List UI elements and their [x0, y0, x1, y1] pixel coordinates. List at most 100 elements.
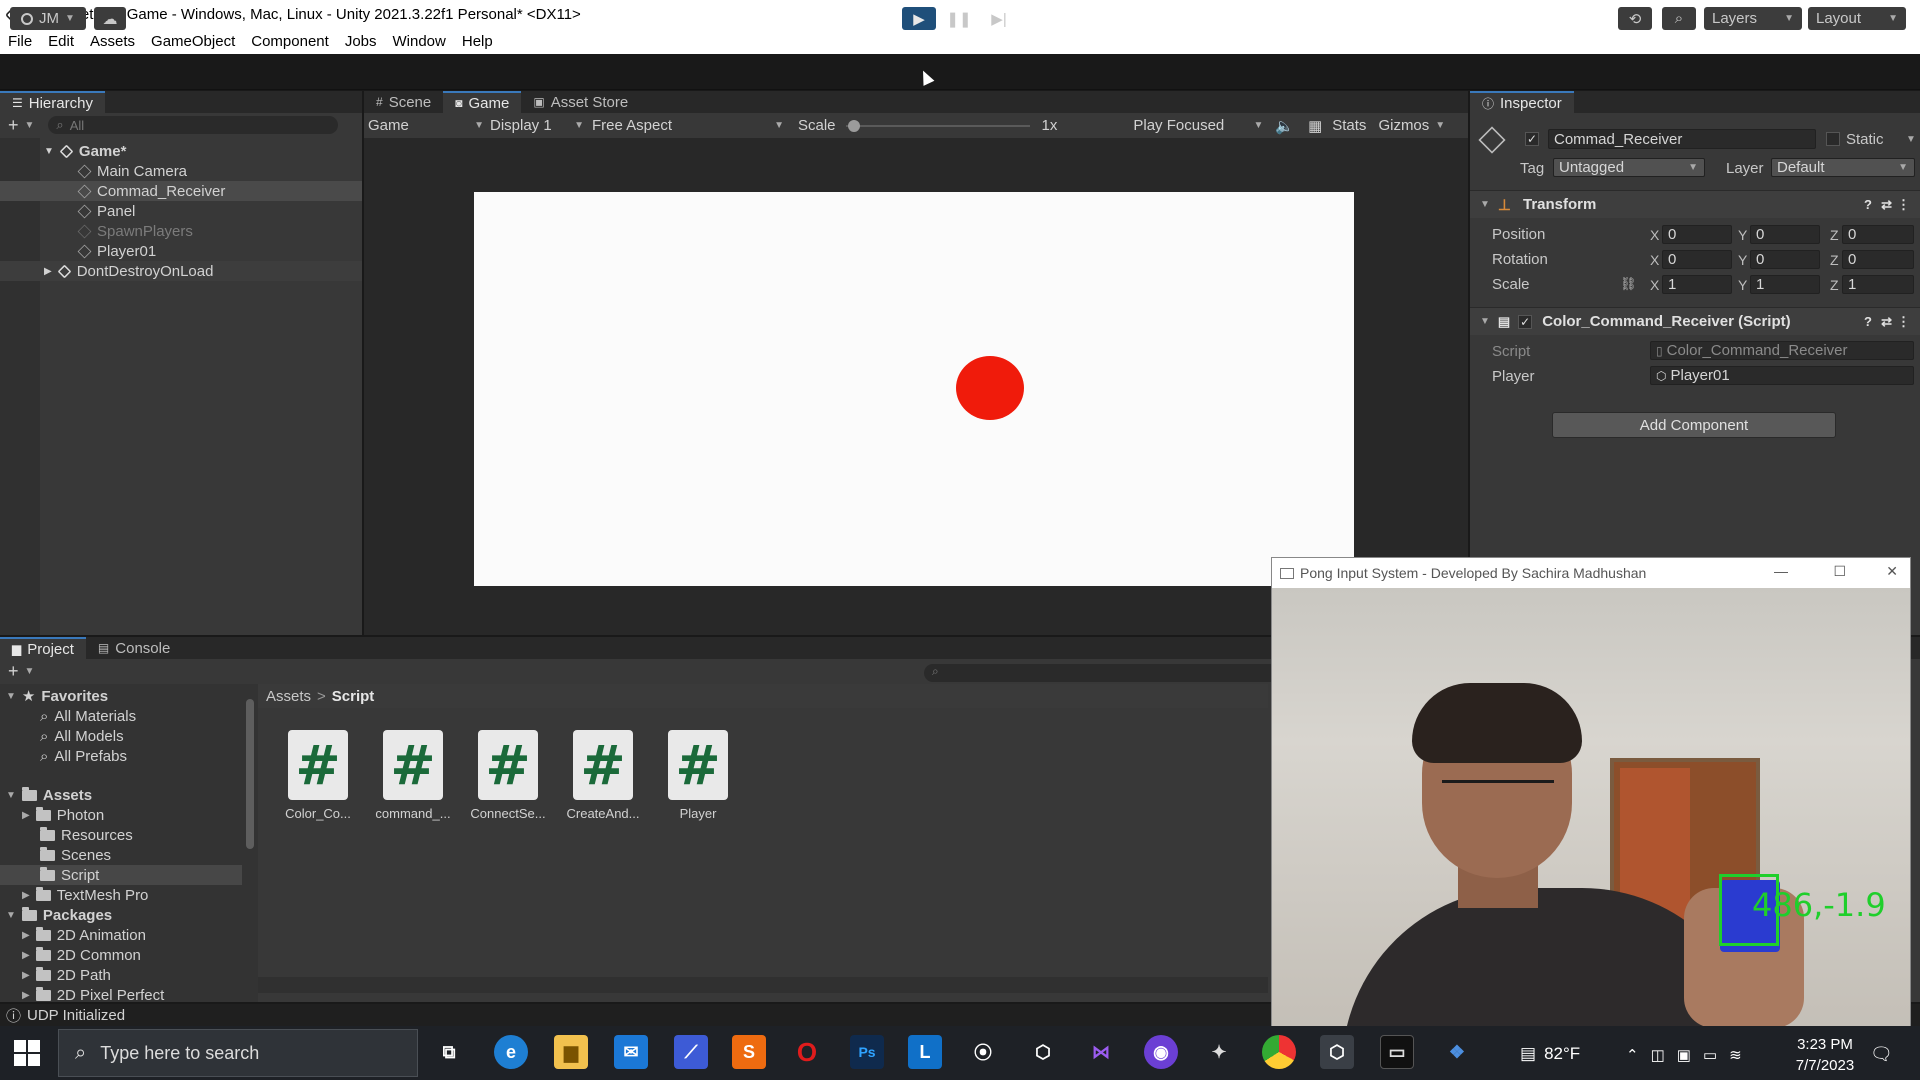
scale-slider-handle[interactable] — [847, 119, 860, 132]
script-asset[interactable]: # command_... — [369, 730, 457, 821]
terminal-icon[interactable]: ▭ — [1380, 1035, 1414, 1069]
menu-assets[interactable]: Assets — [90, 33, 135, 50]
package-item[interactable]: ▶ 2D Animation — [22, 925, 146, 945]
layers-dropdown[interactable]: Layers ▼ — [1704, 7, 1802, 30]
display-icon[interactable]: ▣ — [1677, 1046, 1691, 1064]
position-x-field[interactable]: 0 — [1662, 225, 1732, 244]
scale-z-field[interactable]: 1 — [1842, 275, 1914, 294]
scale-y-field[interactable]: 1 — [1750, 275, 1820, 294]
chrome-icon[interactable] — [1262, 1035, 1296, 1069]
hierarchy-dontdestroy-row[interactable]: ▶ DontDestroyOnLoad — [0, 261, 362, 281]
project-search-input[interactable]: ⌕ — [924, 664, 1284, 682]
python-icon[interactable]: ❖ — [1440, 1035, 1474, 1069]
static-checkbox[interactable] — [1826, 132, 1840, 146]
hierarchy-item-spawnplayers[interactable]: SpawnPlayers — [0, 221, 362, 241]
packages-header[interactable]: ▼ Packages — [6, 905, 112, 925]
menu-gameobject[interactable]: GameObject — [151, 33, 235, 50]
chevron-down-icon[interactable]: ▼ — [25, 120, 35, 131]
script-asset[interactable]: # CreateAnd... — [559, 730, 647, 821]
hierarchy-item-player01[interactable]: Player01 — [0, 241, 362, 261]
clock[interactable]: 3:23 PM 7/7/2023 — [1780, 1034, 1870, 1076]
chevron-up-icon[interactable]: ⌃ — [1626, 1046, 1639, 1064]
tab-scene[interactable]: # Scene — [364, 91, 443, 113]
rotation-y-field[interactable]: 0 — [1750, 250, 1820, 269]
play-button[interactable]: ▶ — [902, 7, 936, 30]
position-y-field[interactable]: 0 — [1750, 225, 1820, 244]
github-icon[interactable]: ◉ — [1144, 1035, 1178, 1069]
step-button[interactable]: ▶| — [982, 7, 1016, 30]
account-dropdown[interactable]: JM ▼ — [10, 7, 86, 30]
favorite-item[interactable]: ⌕ All Models — [40, 726, 124, 746]
hierarchy-scene-row[interactable]: ▼ Game* — [0, 141, 362, 161]
active-checkbox[interactable]: ✓ — [1525, 132, 1539, 146]
rotation-x-field[interactable]: 0 — [1662, 250, 1732, 269]
tag-dropdown[interactable]: Untagged ▼ — [1553, 158, 1705, 177]
transform-header[interactable]: ▼ ⊥ Transform ? ⇄ ⋮ — [1470, 190, 1920, 218]
close-button[interactable]: ✕ — [1886, 563, 1898, 580]
hierarchy-item-commad-receiver[interactable]: Commad_Receiver — [0, 181, 362, 201]
layout-dropdown[interactable]: Layout ▼ — [1808, 7, 1906, 30]
folder-item[interactable]: ▶ Photon — [22, 805, 104, 825]
menu-file[interactable]: File — [8, 33, 32, 50]
maximize-button[interactable]: ☐ — [1833, 563, 1846, 580]
aspect-dropdown[interactable]: Free Aspect ▼ — [584, 117, 784, 134]
taskbar-search-input[interactable]: ⌕ Type here to search — [58, 1029, 418, 1077]
chevron-down-icon[interactable]: ▼ — [25, 666, 35, 677]
scale-x-field[interactable]: 1 — [1662, 275, 1732, 294]
package-item[interactable]: ▶ 2D Path — [22, 965, 111, 985]
folder-item-selected[interactable]: Script — [0, 865, 242, 885]
system-tray[interactable]: ⌃ ◫ ▣ ▭ ≋ — [1626, 1046, 1742, 1064]
folder-item[interactable]: Resources — [40, 825, 133, 845]
help-icon[interactable]: ? — [1864, 314, 1872, 329]
menu-help[interactable]: Help — [462, 33, 493, 50]
visual-studio-icon[interactable]: ⋈ — [1084, 1035, 1118, 1069]
preset-icon[interactable]: ⇄ — [1881, 197, 1892, 213]
sublime-icon[interactable]: S — [732, 1035, 766, 1069]
task-view-icon[interactable]: ⧉ — [432, 1035, 466, 1069]
tab-console[interactable]: ▤ Console — [86, 637, 182, 659]
tab-project[interactable]: ▆ Project — [0, 637, 86, 659]
edge-icon[interactable]: e — [494, 1035, 528, 1069]
unity-hub-icon[interactable]: ⬡ — [1026, 1035, 1060, 1069]
constrain-proportions-icon[interactable]: ⛓ — [1620, 276, 1637, 292]
add-icon[interactable]: + — [8, 115, 19, 136]
unity-editor-icon[interactable]: ⬡ — [1320, 1035, 1354, 1069]
hierarchy-search-input[interactable]: ⌕ All — [48, 116, 339, 134]
app-icon[interactable]: ⟋ — [674, 1035, 708, 1069]
app-icon[interactable]: ✦ — [1202, 1035, 1236, 1069]
breadcrumb-script[interactable]: Script — [332, 688, 375, 705]
game-viewport[interactable] — [474, 192, 1354, 586]
chevron-down-icon[interactable]: ▼ — [1435, 120, 1445, 131]
position-z-field[interactable]: 0 — [1842, 225, 1914, 244]
pause-button[interactable]: ❚❚ — [942, 7, 976, 30]
favorites-header[interactable]: ▼ ★ Favorites — [6, 686, 108, 706]
camera-icon[interactable]: ◫ — [1651, 1046, 1665, 1064]
hierarchy-item-panel[interactable]: Panel — [0, 201, 362, 221]
package-item[interactable]: ▶ 2D Pixel Perfect — [22, 985, 164, 1005]
record-icon[interactable]: ⦿ — [966, 1035, 1000, 1069]
menu-jobs[interactable]: Jobs — [345, 33, 377, 50]
tab-asset-store[interactable]: ▣ Asset Store — [521, 91, 640, 113]
menu-edit[interactable]: Edit — [48, 33, 74, 50]
search-button[interactable]: ⌕ — [1662, 7, 1696, 30]
preset-icon[interactable]: ⇄ — [1881, 314, 1892, 330]
object-name-field[interactable]: Commad_Receiver — [1548, 129, 1816, 149]
script-asset[interactable]: # ConnectSe... — [464, 730, 552, 821]
tab-game[interactable]: ◙ Game — [443, 91, 522, 113]
more-options-icon[interactable]: ⋮ — [1897, 314, 1910, 330]
stats-button[interactable]: Stats — [1332, 117, 1366, 134]
tree-scrollbar[interactable] — [246, 689, 256, 989]
file-explorer-icon[interactable]: ▆ — [554, 1035, 588, 1069]
menu-component[interactable]: Component — [251, 33, 329, 50]
help-icon[interactable]: ? — [1864, 197, 1872, 212]
folder-item[interactable]: ▶ TextMesh Pro — [22, 885, 148, 905]
cloud-button[interactable]: ☁ — [94, 7, 126, 30]
wifi-icon[interactable]: ≋ — [1729, 1046, 1742, 1064]
gizmos-button[interactable]: Gizmos — [1378, 117, 1429, 134]
rotation-z-field[interactable]: 0 — [1842, 250, 1914, 269]
chevron-down-icon[interactable]: ▼ — [1906, 134, 1916, 145]
minimize-button[interactable]: — — [1774, 563, 1788, 579]
menu-window[interactable]: Window — [393, 33, 446, 50]
news-weather-widget[interactable]: ▤ 82°F — [1520, 1044, 1580, 1064]
layer-dropdown[interactable]: Default ▼ — [1771, 158, 1915, 177]
